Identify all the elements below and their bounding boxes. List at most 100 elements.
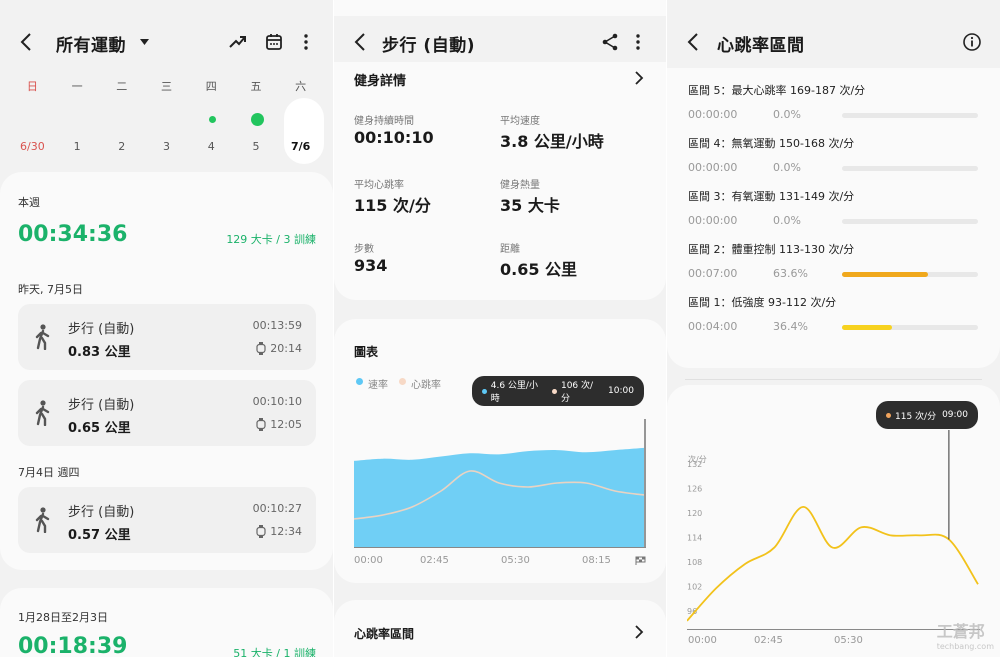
back-icon[interactable] [18, 32, 36, 52]
activity-time: 12:34 [270, 525, 302, 538]
previous-week-summary: 51 大卡 / 1 訓練 [233, 647, 316, 657]
x-tick-label: 00:00 [354, 555, 383, 566]
date-cell[interactable]: 5 [234, 140, 279, 153]
legend-hr-label: 心跳率 [411, 380, 441, 391]
y-tick-label: 102 [687, 582, 702, 591]
y-tick-label: 132 [687, 460, 702, 469]
zone-label: 區間 5：最大心跳率 169-187 次/分 [688, 84, 866, 97]
page-title: 步行 (自動) [382, 36, 475, 56]
zone-label: 區間 3：有氧運動 131-149 次/分 [688, 190, 855, 203]
watermark-subtext: techbang.com [936, 642, 994, 651]
activity-name: 步行 (自動) [68, 322, 135, 337]
activity-item[interactable]: 步行 (自動) 0.57 公里 00:10:27 12:34 [18, 487, 316, 553]
details-title: 健身詳情 [354, 74, 407, 89]
stat-value: 0.65 公里 [500, 260, 578, 279]
walking-icon [35, 507, 50, 533]
finish-flag-icon [635, 556, 646, 565]
this-week-panel: 本週 00:34:36 129 大卡 / 3 訓練 昨天, 7月5日 步行 (自… [0, 172, 333, 570]
screen-all-activities: 所有運動 日 一 二 三 四 五 六 6/30 1 2 3 4 5 7/6 本週… [0, 0, 333, 657]
weekday-label: 五 [250, 80, 262, 93]
separator [685, 379, 982, 380]
zone-time: 00:00:00 [688, 161, 738, 174]
chevron-right-icon[interactable] [634, 71, 644, 85]
week-day-names: 日 一 二 三 四 五 六 [10, 78, 323, 94]
back-icon[interactable] [352, 32, 370, 52]
speed-hr-chart[interactable] [354, 419, 646, 554]
chart-card: 圖表 速率 心跳率 4.6 公里/小時 106 次/分 10:00 00:00 … [334, 319, 666, 583]
zone-percent: 0.0% [773, 161, 801, 174]
activity-distance: 0.57 公里 [68, 528, 131, 543]
dropdown-icon[interactable] [140, 39, 149, 46]
activity-duration: 00:13:59 [252, 319, 302, 332]
stat-value: 115 次/分 [354, 196, 431, 215]
tooltip-hr: 106 次/分 [560, 381, 594, 404]
zone-label: 區間 1：低強度 93-112 次/分 [688, 296, 837, 309]
back-icon[interactable] [685, 32, 703, 52]
previous-week-duration: 00:18:39 [18, 634, 128, 657]
date-cell[interactable]: 2 [99, 140, 144, 153]
x-tick-label: 02:45 [754, 635, 783, 646]
activity-dot-small [209, 116, 216, 123]
zone-time: 00:04:00 [688, 320, 738, 333]
activity-dot-large [251, 113, 264, 126]
more-icon[interactable] [628, 32, 648, 52]
chevron-right-icon[interactable] [634, 625, 644, 639]
date-cell[interactable]: 6/30 [10, 140, 55, 153]
activity-dots [10, 112, 323, 126]
stat-label: 健身熱量 [500, 180, 540, 191]
stat-value: 00:10:10 [354, 128, 434, 147]
page-title: 所有運動 [56, 36, 126, 56]
this-week-label: 本週 [18, 196, 40, 209]
weekday-label: 二 [116, 80, 128, 93]
activity-name: 步行 (自動) [68, 398, 135, 413]
zone-label: 區間 2：體重控制 113-130 次/分 [688, 243, 855, 256]
weekday-label: 三 [161, 80, 173, 93]
date-cell-today[interactable]: 7/6 [278, 140, 323, 153]
calendar-icon[interactable] [264, 32, 284, 52]
zone-percent: 36.4% [773, 320, 808, 333]
zone-bar [842, 166, 978, 171]
info-icon[interactable] [962, 32, 982, 52]
weekday-label: 日 [26, 80, 38, 93]
tooltip-time: 10:00 [608, 386, 634, 396]
x-tick-label: 00:00 [688, 635, 717, 646]
tooltip-hr: 115 次/分 [895, 411, 937, 422]
stat-label: 健身持續時間 [354, 116, 414, 127]
legend-speed-label: 速率 [368, 380, 388, 391]
trend-icon[interactable] [228, 32, 248, 52]
legend-hr-swatch [399, 378, 406, 385]
zone-bar [842, 219, 978, 224]
previous-week-label: 1月28日至2月3日 [18, 611, 108, 624]
chart-tooltip: 4.6 公里/小時 106 次/分 10:00 [472, 376, 644, 406]
today-selector[interactable] [284, 98, 324, 164]
previous-week-panel[interactable]: 1月28日至2月3日 00:18:39 51 大卡 / 1 訓練 [0, 588, 333, 657]
activity-distance: 0.65 公里 [68, 421, 131, 436]
y-tick-label: 108 [687, 558, 702, 567]
date-cell[interactable]: 3 [144, 140, 189, 153]
legend-speed-swatch [356, 378, 363, 385]
weekday-label: 一 [71, 80, 83, 93]
stat-value: 3.8 公里/小時 [500, 132, 604, 151]
date-cell[interactable]: 4 [189, 140, 234, 153]
walking-icon [35, 324, 50, 350]
weekday-label: 六 [295, 80, 307, 93]
activity-item[interactable]: 步行 (自動) 0.65 公里 00:10:10 12:05 [18, 380, 316, 446]
weekday-label: 四 [205, 80, 217, 93]
hr-zone-link[interactable]: 心跳率區間 [334, 600, 666, 657]
activity-name: 步行 (自動) [68, 505, 135, 520]
share-icon[interactable] [600, 32, 620, 52]
date-cell[interactable]: 1 [55, 140, 100, 153]
x-tick-label: 05:30 [834, 635, 863, 646]
zone-time: 00:07:00 [688, 267, 738, 280]
activity-time: 12:05 [270, 418, 302, 431]
chart-title: 圖表 [354, 345, 379, 359]
hr-line-chart[interactable]: 13212612011410810296 [687, 430, 980, 630]
more-icon[interactable] [296, 32, 316, 52]
zone-bar [842, 325, 978, 330]
activity-duration: 00:10:27 [252, 502, 302, 515]
zone-percent: 63.6% [773, 267, 808, 280]
activity-item[interactable]: 步行 (自動) 0.83 公里 00:13:59 20:14 [18, 304, 316, 370]
watch-icon [256, 418, 266, 431]
header: 步行 (自動) [334, 16, 666, 62]
watch-icon [256, 525, 266, 538]
